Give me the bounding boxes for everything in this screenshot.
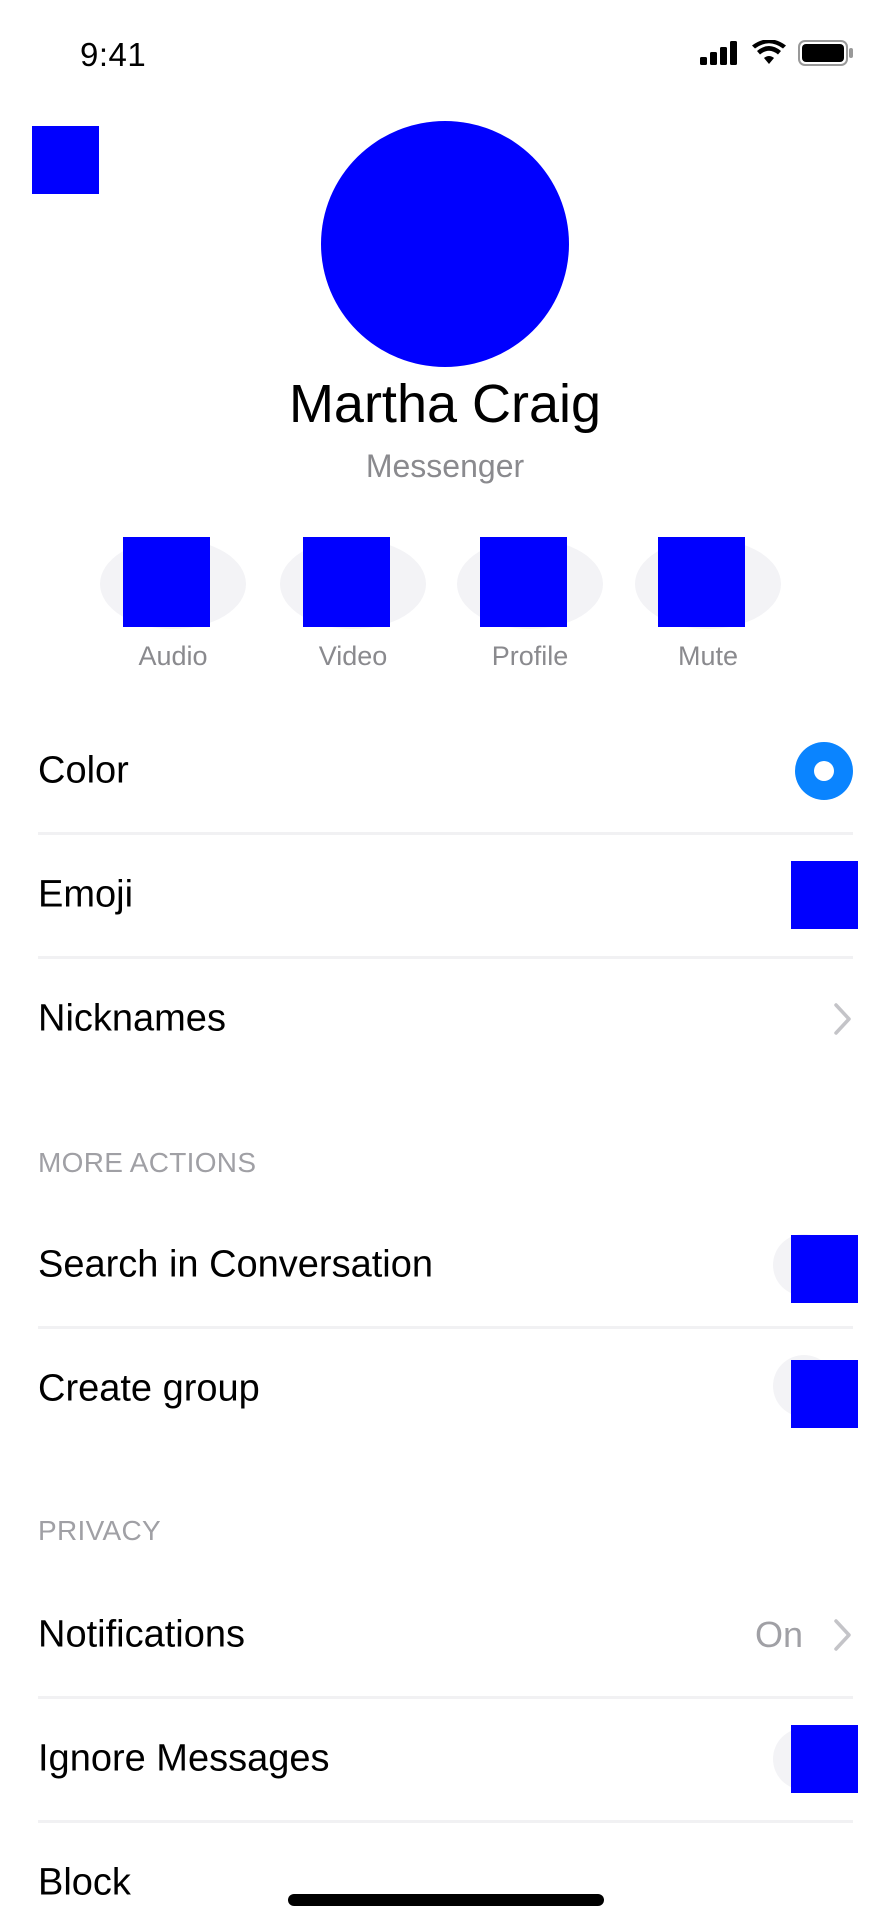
home-indicator [288, 1894, 604, 1906]
contact-subtitle: Messenger [365, 448, 525, 484]
ignore-messages-row[interactable]: Ignore Messages [38, 1697, 858, 1821]
search-conversation-label: Search in Conversation [38, 1243, 433, 1286]
status-time: 9:41 [80, 36, 147, 73]
color-swatch[interactable] [795, 742, 853, 800]
create-group-label: Create group [38, 1367, 260, 1410]
chevron-right-icon [834, 1619, 851, 1651]
color-row[interactable]: Color [38, 709, 853, 833]
video-camera-icon[interactable] [303, 537, 390, 627]
add-people-icon[interactable] [791, 1360, 858, 1428]
video-call-action[interactable]: Video [278, 537, 428, 687]
audio-call-action[interactable]: Audio [98, 537, 248, 687]
action-label: Video [318, 641, 388, 671]
block-label: Block [38, 1861, 131, 1904]
action-label: Profile [491, 641, 569, 671]
section-title-privacy: PRIVACY [38, 1515, 161, 1546]
color-swatch-center [814, 761, 834, 781]
emoji-icon[interactable] [791, 861, 858, 929]
battery-icon [798, 40, 853, 66]
search-icon[interactable] [791, 1235, 858, 1303]
create-group-row[interactable]: Create group [38, 1327, 858, 1451]
mute-action[interactable]: Mute [633, 537, 783, 687]
ignore-icon[interactable] [791, 1725, 858, 1793]
phone-icon[interactable] [123, 537, 210, 627]
bell-icon[interactable] [658, 537, 745, 627]
cellular-signal-icon [700, 41, 737, 65]
notifications-label: Notifications [38, 1613, 245, 1656]
nicknames-row[interactable]: Nicknames [38, 957, 853, 1081]
avatar[interactable] [321, 121, 569, 367]
chevron-right-icon [834, 1003, 851, 1035]
search-conversation-row[interactable]: Search in Conversation [38, 1203, 858, 1327]
contact-name: Martha Craig [288, 374, 602, 434]
block-row[interactable]: Block [38, 1821, 853, 1921]
action-label: Audio [138, 641, 208, 671]
status-icons [700, 40, 854, 66]
nicknames-label: Nicknames [38, 997, 226, 1040]
back-button[interactable] [32, 126, 99, 194]
section-title-more-actions: MORE ACTIONS [38, 1147, 257, 1178]
color-label: Color [38, 749, 129, 792]
action-label: Mute [677, 641, 739, 671]
profile-icon[interactable] [480, 537, 567, 627]
emoji-label: Emoji [38, 873, 134, 916]
profile-action[interactable]: Profile [455, 537, 605, 687]
wifi-icon [752, 40, 786, 64]
ignore-messages-label: Ignore Messages [38, 1737, 330, 1780]
notifications-row[interactable]: Notifications On [38, 1573, 853, 1697]
emoji-row[interactable]: Emoji [38, 833, 858, 957]
notifications-value: On [754, 1614, 803, 1655]
